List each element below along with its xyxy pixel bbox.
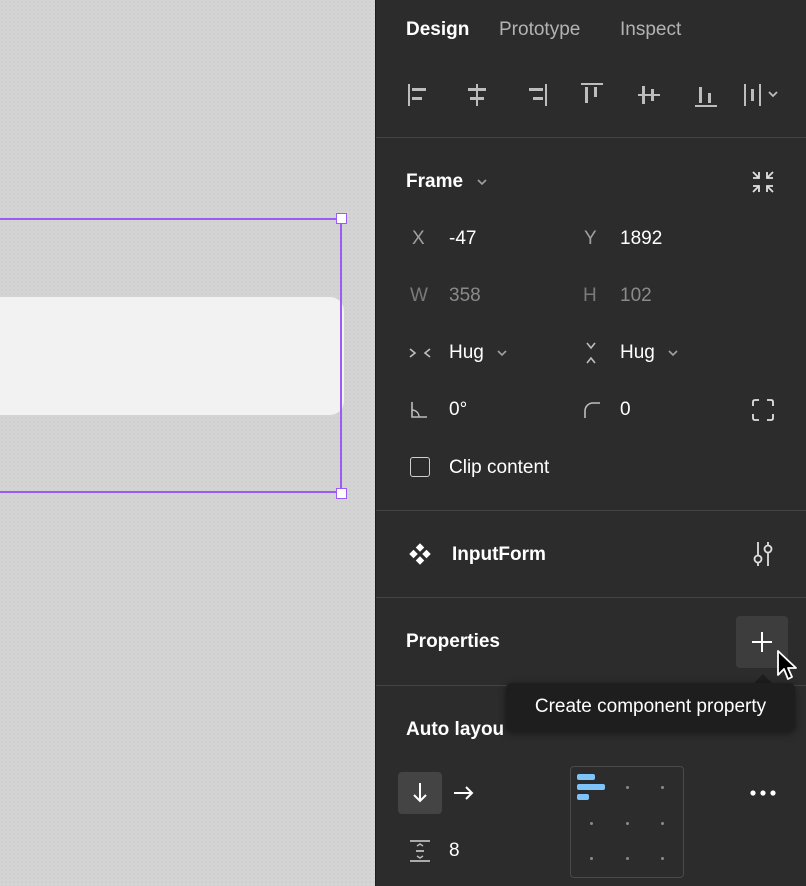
tab-prototype[interactable]: Prototype: [499, 19, 580, 41]
auto-layout-section-title: Auto layou: [406, 719, 505, 740]
tooltip: Create component property: [506, 683, 795, 731]
vertical-resizing-icon: [586, 342, 596, 364]
resize-handle-bottom-right[interactable]: [336, 488, 347, 499]
rotation-icon: [411, 402, 427, 418]
chevron-down-icon[interactable]: [666, 346, 680, 360]
tab-inspect[interactable]: Inspect: [620, 19, 681, 41]
plus-icon: [752, 632, 772, 652]
align-left-icon[interactable]: [405, 80, 435, 110]
spacing-icon: [410, 840, 430, 862]
component-name[interactable]: InputForm: [452, 544, 546, 566]
grid-dot[interactable]: [590, 822, 593, 825]
align-horizontal-center-icon[interactable]: [462, 80, 492, 110]
grid-dot[interactable]: [590, 857, 593, 860]
grid-dot[interactable]: [626, 786, 629, 789]
alignment-grid[interactable]: [570, 766, 684, 878]
selection-frame[interactable]: [0, 218, 342, 493]
align-right-icon[interactable]: [520, 80, 550, 110]
component-settings-icon[interactable]: [750, 540, 776, 568]
grid-dot[interactable]: [661, 822, 664, 825]
arrow-right-icon[interactable]: [452, 782, 476, 804]
independent-corners-icon[interactable]: [751, 398, 775, 422]
properties-panel: Design Prototype Inspect Frame X -47 Y 1…: [375, 0, 806, 886]
canvas[interactable]: [0, 0, 375, 886]
tooltip-arrow: [754, 674, 772, 683]
vertical-resizing-dropdown[interactable]: Hug: [620, 342, 655, 364]
divider: [376, 597, 806, 598]
chevron-down-icon[interactable]: [475, 175, 489, 189]
corner-radius-icon: [584, 402, 600, 418]
grid-dot[interactable]: [626, 822, 629, 825]
y-label: Y: [584, 228, 597, 249]
horizontal-resizing-icon: [409, 348, 431, 358]
rotation-input[interactable]: 0°: [449, 399, 467, 421]
divider: [376, 137, 806, 138]
h-label: H: [583, 285, 597, 306]
x-input[interactable]: -47: [449, 228, 476, 250]
spacing-input[interactable]: 8: [449, 840, 460, 862]
tab-design[interactable]: Design: [406, 19, 469, 41]
cursor-icon: [777, 650, 797, 680]
horizontal-resizing-dropdown[interactable]: Hug: [449, 342, 484, 364]
grid-dot[interactable]: [626, 857, 629, 860]
distribute-icon[interactable]: [742, 80, 784, 110]
grid-dot[interactable]: [661, 786, 664, 789]
properties-section-title: Properties: [406, 631, 500, 652]
component-icon: [409, 543, 431, 565]
alignment-top-left-icon: [577, 774, 605, 800]
y-input[interactable]: 1892: [620, 228, 662, 250]
align-bottom-icon[interactable]: [691, 80, 721, 110]
vertical-direction-button[interactable]: [398, 772, 442, 814]
corner-radius-input[interactable]: 0: [620, 399, 631, 421]
w-input[interactable]: 358: [449, 285, 481, 307]
grid-dot[interactable]: [661, 857, 664, 860]
align-vertical-center-icon[interactable]: [634, 80, 664, 110]
clip-content-label: Clip content: [449, 457, 550, 478]
chevron-down-icon[interactable]: [495, 346, 509, 360]
frame-section-title[interactable]: Frame: [406, 171, 463, 193]
w-label: W: [410, 285, 428, 306]
collapse-frame-icon[interactable]: [750, 169, 776, 195]
h-input[interactable]: 102: [620, 285, 652, 307]
arrow-down-icon: [413, 783, 427, 803]
divider: [376, 510, 806, 511]
more-options-icon[interactable]: [748, 785, 778, 801]
clip-content-checkbox[interactable]: [410, 457, 430, 477]
x-label: X: [412, 228, 425, 249]
resize-handle-top-right[interactable]: [336, 213, 347, 224]
align-top-icon[interactable]: [577, 80, 607, 110]
